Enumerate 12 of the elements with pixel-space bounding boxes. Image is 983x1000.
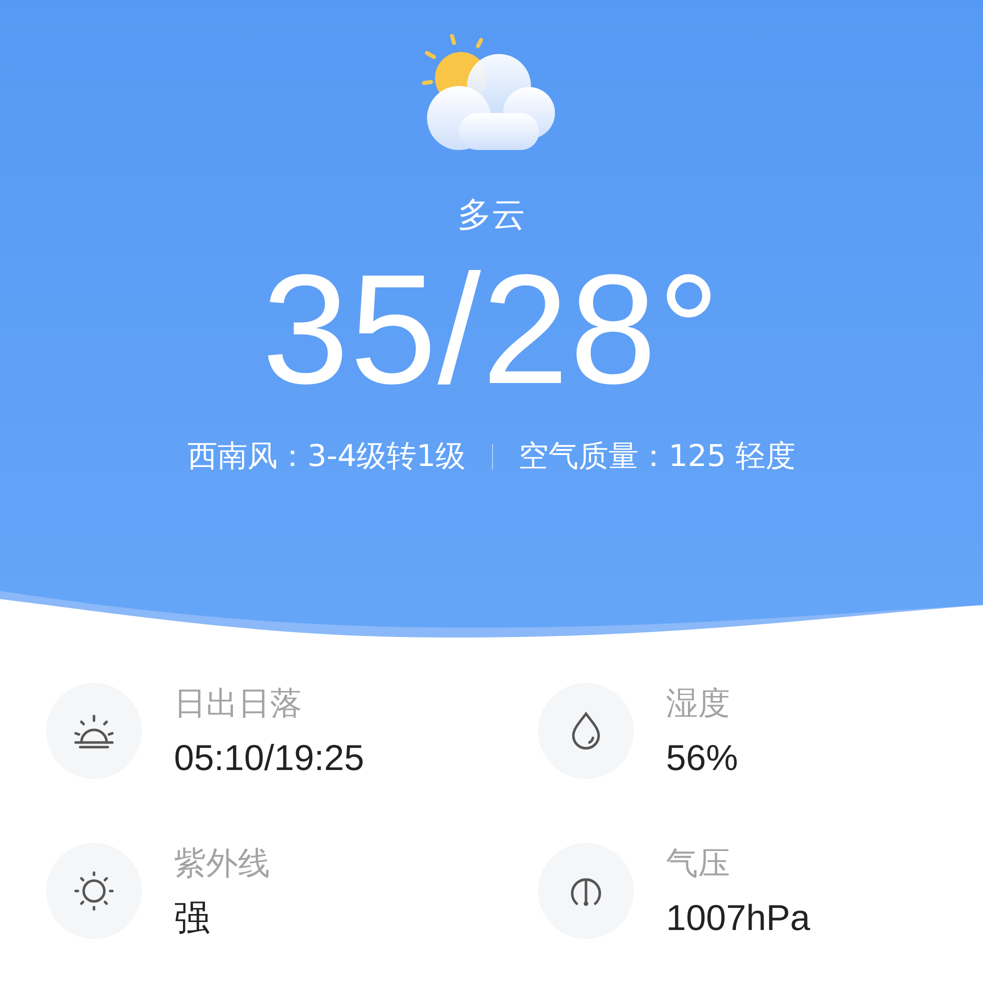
detail-label: 湿度 <box>666 683 731 723</box>
temperature-range: 35/28° <box>262 245 721 415</box>
detail-value: 05:10/19:25 <box>174 737 364 779</box>
weather-condition: 多云 <box>458 194 526 237</box>
detail-label: 日出日落 <box>174 683 303 723</box>
detail-value: 56% <box>666 737 738 779</box>
detail-value: 强 <box>174 897 211 939</box>
wind-info: 西南风：3-4级转1级 <box>188 438 466 476</box>
detail-label: 紫外线 <box>174 843 270 883</box>
detail-label: 气压 <box>666 843 731 883</box>
air-quality-info: 空气质量：125 轻度 <box>518 438 796 476</box>
detail-value: 1007hPa <box>666 897 810 939</box>
